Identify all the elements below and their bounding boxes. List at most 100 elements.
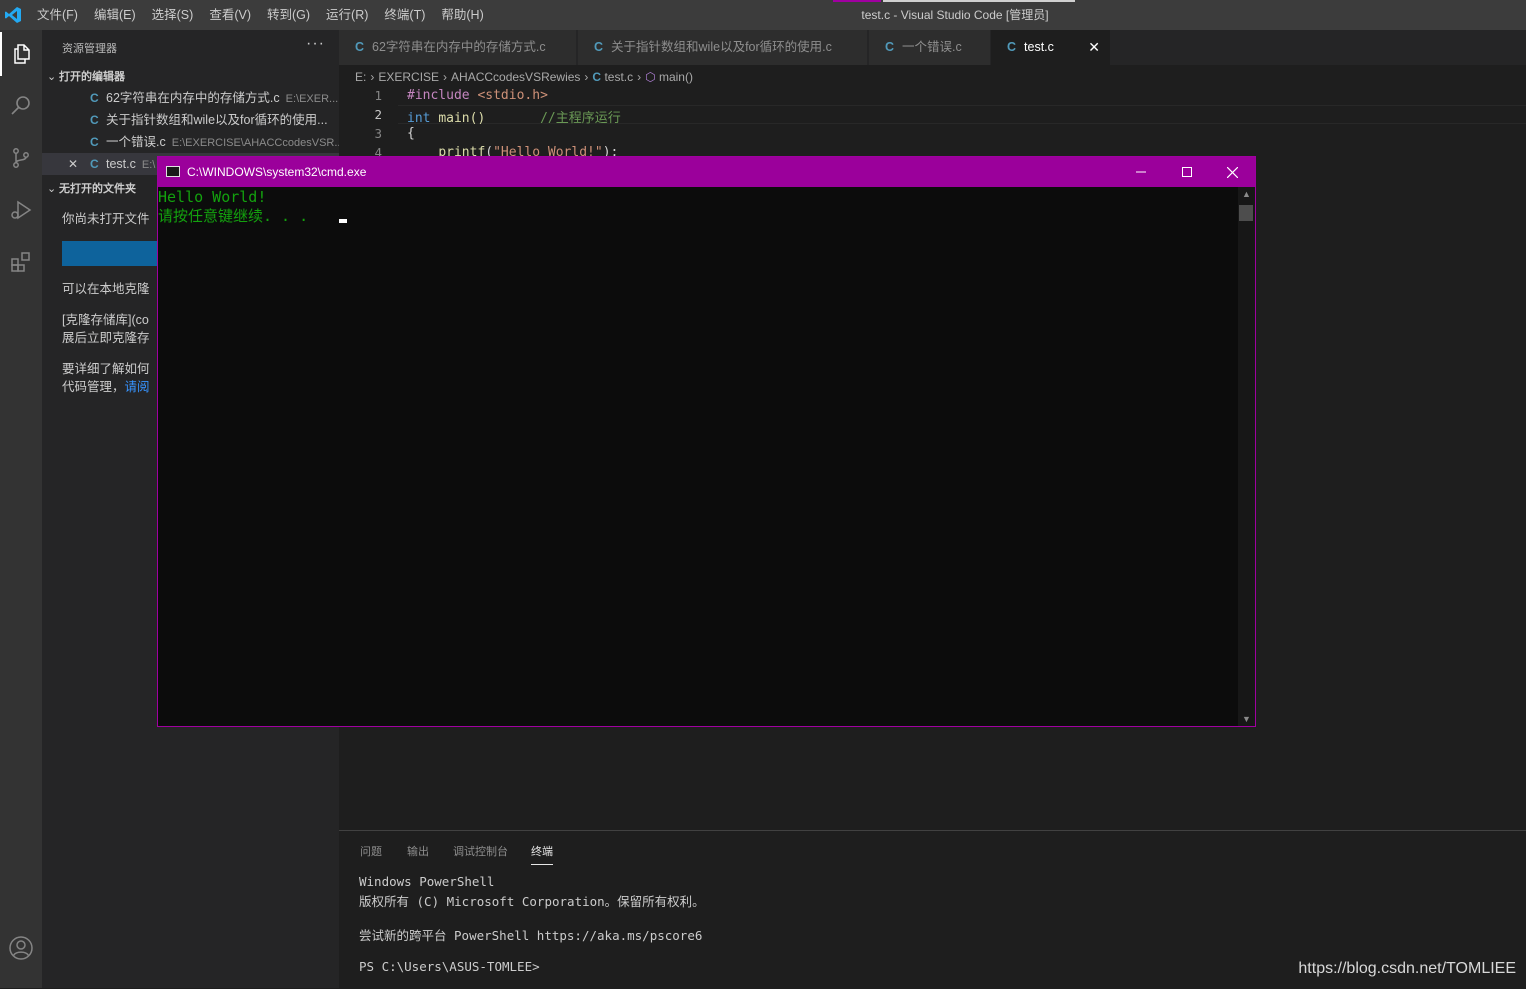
tab-error[interactable]: C 一个错误.c [869,30,991,65]
scm-text: 代码管理， [62,380,125,394]
close-window-button[interactable] [1209,157,1255,187]
learn-more-text: 要详细了解如何 [62,362,150,376]
window-title: test.c - Visual Studio Code [管理员] [861,8,1049,22]
code-token: <stdio.h> [477,88,548,103]
open-editor-item[interactable]: C 62字符串在内存中的存储方式.c E:\EXER... [42,87,339,109]
run-debug-activity[interactable] [0,188,42,232]
files-icon [14,44,30,64]
tab-label: test.c [1024,40,1054,54]
breadcrumb-symbol[interactable]: main() [659,70,693,84]
open-editors-title: 打开的编辑器 [59,71,125,83]
open-editors-section[interactable]: ⌄ 打开的编辑器 [47,68,125,84]
menu-go[interactable]: 转到(G) [267,0,310,30]
explorer-header: 资源管理器 [62,43,117,55]
c-file-icon: C [90,135,99,149]
tab-test-c[interactable]: Ctest.c ✕ [991,30,1111,65]
open-editor-path: E:\EXERCISE\AHACCcodesVSR... [171,137,339,149]
source-control-activity[interactable] [0,136,42,180]
scroll-down-icon[interactable]: ▼ [1242,714,1251,724]
cmd-cursor [339,219,347,223]
taskbar-accent [833,0,881,2]
clone-message: 可以在本地克隆 [62,282,150,296]
more-actions-icon[interactable]: ··· [306,35,325,53]
c-file-icon: C [90,157,99,171]
chevron-down-icon: ⌄ [47,71,57,83]
open-editor-name: 一个错误.c [106,135,166,149]
tab-label: 62字符串在内存中的存储方式.c [372,40,546,54]
no-folder-section[interactable]: ⌄ 无打开的文件夹 [47,180,136,196]
no-folder-title: 无打开的文件夹 [59,183,136,195]
line-number: 3 [374,126,382,141]
code-line-3[interactable]: { [407,126,415,141]
maximize-icon [1182,167,1192,177]
cmd-output-line: Hello World! [158,188,267,206]
menu-run[interactable]: 运行(R) [326,0,368,30]
cmd-title-bar[interactable]: C:\WINDOWS\system32\cmd.exe [158,157,1255,187]
maximize-button[interactable] [1164,157,1210,187]
tab-62[interactable]: C 62字符串在内存中的存储方式.c [339,30,577,65]
scm-text-line: 代码管理，请阅 [62,378,150,396]
search-activity[interactable] [0,84,42,128]
terminal-prompt[interactable]: PS C:\Users\ASUS-TOMLEE> [359,959,540,974]
tab-debug-console[interactable]: 调试控制台 [453,843,508,859]
scroll-up-icon[interactable]: ▲ [1242,189,1251,199]
code-token: int [407,111,431,126]
vscode-logo-icon[interactable] [4,6,22,24]
breadcrumb-file[interactable]: test.c [604,70,633,84]
open-editor-path: E:\EXER... [285,93,339,105]
close-icon[interactable]: ✕ [68,153,78,175]
run-debug-icon [11,200,32,220]
close-icon[interactable]: ✕ [1088,30,1100,65]
minimize-icon [1136,171,1146,173]
menu-view[interactable]: 查看(V) [209,0,251,30]
account-icon [9,936,33,960]
minimize-button[interactable] [1118,157,1164,187]
open-editor-item[interactable]: C 一个错误.c E:\EXERCISE\AHACCcodesVSR... [42,131,339,153]
menu-selection[interactable]: 选择(S) [152,0,194,30]
tab-output[interactable]: 输出 [407,843,429,859]
read-docs-link[interactable]: 请阅 [125,380,150,394]
menu-terminal[interactable]: 终端(T) [384,0,425,30]
accounts-activity[interactable] [0,926,42,970]
chevron-right-icon: › [443,70,448,84]
open-editor-name: 关于指针数组和wile以及for循环的使用... [106,113,328,127]
menu-bar: 文件(F) 编辑(E) 选择(S) 查看(V) 转到(G) 运行(R) 终端(T… [37,0,500,30]
c-file-icon: C [594,40,604,54]
terminal-line: Windows PowerShell [359,874,495,889]
breadcrumb-item[interactable]: AHACCcodesVSRewies [451,70,580,84]
open-editor-name: 62字符串在内存中的存储方式.c [106,91,280,105]
terminal-line: 尝试新的跨平台 PowerShell https://aka.ms/pscore… [359,928,703,943]
explorer-activity[interactable] [0,32,42,76]
breadcrumb-item[interactable]: E: [355,70,366,84]
tab-problems[interactable]: 问题 [360,843,382,859]
cmd-window[interactable]: C:\WINDOWS\system32\cmd.exe Hello World!… [157,156,1256,727]
clone-repo-link-text: [克隆存储库](co [62,313,149,327]
code-line-2[interactable]: int main() //主程序运行 [407,107,621,126]
scroll-thumb[interactable] [1239,205,1253,221]
extensions-activity[interactable] [0,240,42,284]
tab-pointer-array[interactable]: C 关于指针数组和wile以及for循环的使用.c [578,30,868,65]
cmd-output-line: 请按任意键继续. . . [158,207,309,225]
menu-file[interactable]: 文件(F) [37,0,78,30]
taskbar-accent-light [883,0,1075,2]
c-file-icon: C [885,40,895,54]
title-bar: 文件(F) 编辑(E) 选择(S) 查看(V) 转到(G) 运行(R) 终端(T… [0,0,1526,30]
c-file-icon: C [355,40,365,54]
menu-edit[interactable]: 编辑(E) [94,0,136,30]
open-editor-name: test.c [106,157,136,171]
code-line-1[interactable]: #include <stdio.h> [407,88,548,103]
cmd-scrollbar[interactable]: ▲ ▼ [1238,187,1255,726]
code-token: main() [438,111,486,126]
tab-terminal[interactable]: 终端 [531,843,553,865]
editor-tabs: C 62字符串在内存中的存储方式.c C 关于指针数组和wile以及for循环的使用… [339,30,1526,65]
symbol-method-icon: ⬡ [645,70,656,84]
activity-bar [0,30,42,988]
breadcrumb-item[interactable]: EXERCISE [378,70,439,84]
open-editor-path: E:\ [141,159,156,171]
menu-help[interactable]: 帮助(H) [441,0,483,30]
open-editor-item[interactable]: C 关于指针数组和wile以及for循环的使用... [42,109,339,131]
line-number: 1 [374,88,382,103]
cmd-title: C:\WINDOWS\system32\cmd.exe [187,165,367,179]
c-file-icon: C [90,113,99,127]
line-number: 2 [374,107,382,122]
